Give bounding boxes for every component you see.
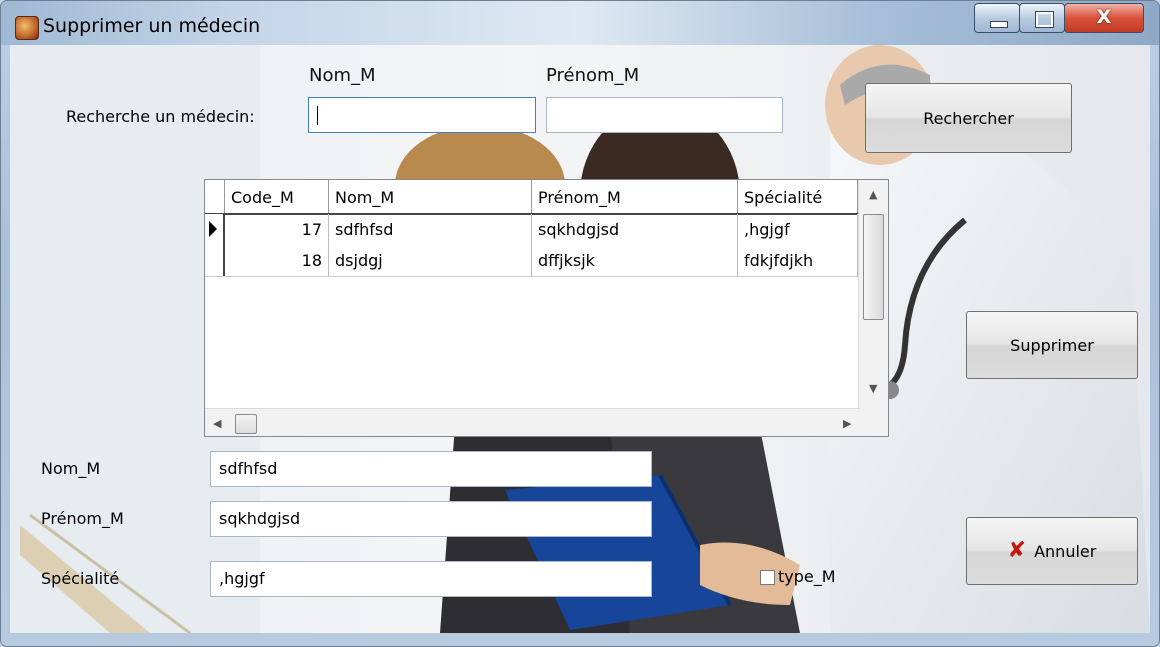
delete-button[interactable]: Supprimer: [966, 311, 1138, 379]
maximize-icon: [1035, 11, 1054, 28]
app-icon: [15, 16, 39, 40]
scroll-right-icon[interactable]: ▶: [843, 417, 851, 430]
column-header-nom[interactable]: Nom_M: [329, 180, 532, 213]
cell-specialite[interactable]: fdkjfdjkh: [738, 245, 858, 276]
cell-prenom[interactable]: dffjksjk: [532, 245, 738, 276]
search-prenom-header: Prénom_M: [546, 65, 640, 86]
scroll-up-icon[interactable]: ▲: [869, 188, 877, 201]
cell-prenom[interactable]: sqkhdgjsd: [532, 214, 738, 245]
cancel-button[interactable]: ✘ Annuler: [966, 517, 1138, 585]
search-nom-header: Nom_M: [309, 65, 376, 86]
vertical-scrollbar[interactable]: ▲ ▼: [858, 180, 888, 436]
grid-row[interactable]: 18 dsjdgj dffjksjk fdkjfdjkh: [205, 245, 860, 277]
app-window: Supprimer un médecin X Recherche un méde…: [0, 0, 1160, 647]
column-header-prenom[interactable]: Prénom_M: [532, 180, 738, 213]
x-icon: ✘: [1007, 538, 1027, 563]
prenom-label: Prénom_M: [41, 509, 124, 528]
type-label[interactable]: type_M: [778, 567, 836, 586]
text-caret: [317, 106, 318, 125]
form-client-area: Recherche un médecin: Nom_M Prénom_M Rec…: [10, 45, 1150, 633]
doctors-grid[interactable]: Code_M Nom_M Prénom_M Spécialité 17 sdfh…: [204, 179, 889, 437]
close-button[interactable]: X: [1064, 3, 1144, 33]
vertical-scroll-thumb[interactable]: [863, 214, 884, 320]
nom-field[interactable]: sdfhfsd: [210, 451, 652, 487]
title-bar[interactable]: Supprimer un médecin X: [1, 1, 1159, 45]
cell-specialite[interactable]: ,hgjgf: [738, 214, 858, 245]
column-header-specialite[interactable]: Spécialité: [738, 180, 858, 213]
minimize-icon: [990, 21, 1008, 28]
cell-nom[interactable]: dsjdgj: [329, 245, 532, 276]
specialite-label: Spécialité: [41, 569, 120, 588]
search-label: Recherche un médecin:: [66, 107, 255, 126]
search-prenom-input[interactable]: [546, 97, 783, 133]
cancel-label: Annuler: [1034, 541, 1097, 561]
cell-code[interactable]: 17: [225, 214, 329, 245]
scroll-left-icon[interactable]: ◀: [213, 417, 221, 430]
window-title: Supprimer un médecin: [43, 15, 261, 37]
cell-nom[interactable]: sdfhfsd: [329, 214, 532, 245]
search-button[interactable]: Rechercher: [865, 83, 1072, 153]
horizontal-scrollbar[interactable]: ◀ ▶: [205, 408, 860, 436]
scroll-down-icon[interactable]: ▼: [869, 382, 877, 395]
row-selector-current[interactable]: [205, 214, 225, 245]
current-row-icon: [209, 221, 217, 237]
minimize-button[interactable]: [974, 3, 1020, 33]
maximize-button[interactable]: [1019, 3, 1065, 33]
row-selector[interactable]: [205, 245, 225, 276]
grid-row[interactable]: 17 sdfhfsd sqkhdgjsd ,hgjgf: [205, 214, 860, 245]
search-nom-input[interactable]: [308, 97, 536, 133]
type-checkbox[interactable]: [760, 570, 775, 585]
column-header-code[interactable]: Code_M: [225, 180, 329, 213]
specialite-field[interactable]: ,hgjgf: [210, 561, 652, 597]
grid-corner: [205, 180, 225, 213]
prenom-field[interactable]: sqkhdgjsd: [210, 501, 652, 537]
cell-code[interactable]: 18: [225, 245, 329, 276]
horizontal-scroll-thumb[interactable]: [235, 414, 257, 434]
grid-header: Code_M Nom_M Prénom_M Spécialité: [205, 180, 860, 215]
nom-label: Nom_M: [41, 459, 101, 478]
close-icon: X: [1096, 6, 1112, 28]
